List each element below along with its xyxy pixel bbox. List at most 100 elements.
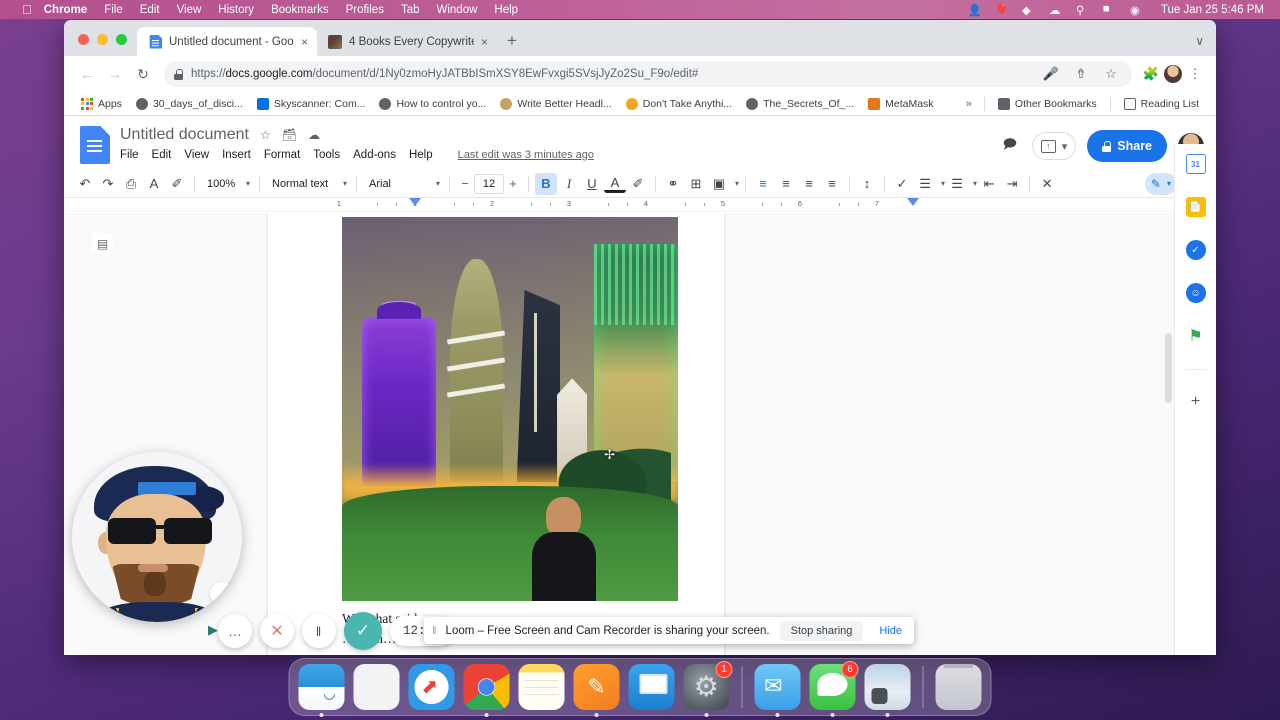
hide-toast-button[interactable]: Hide — [873, 625, 908, 637]
apple-logo-icon[interactable]:  — [22, 3, 32, 16]
docs-menu-format[interactable]: Format — [264, 149, 300, 161]
menu-item-chrome[interactable]: Chrome — [44, 4, 87, 16]
microphone-icon[interactable]: 🎤 — [1040, 63, 1062, 85]
bookmark-30-days[interactable]: 30_days_of_disci... — [129, 97, 250, 110]
stop-sharing-button[interactable]: Stop sharing — [779, 620, 864, 641]
comment-icon[interactable]: 🗩 — [999, 135, 1021, 157]
loom-webcam-bubble[interactable]: … — [72, 452, 242, 622]
paragraph-style-select[interactable]: Normal text ▾ — [266, 173, 350, 195]
menu-bar-clock[interactable]: Tue Jan 25 5:46 PM — [1161, 4, 1264, 16]
numbered-list-button[interactable]: ☰ — [946, 173, 968, 195]
document-scrollbar[interactable] — [1165, 333, 1172, 403]
dock-item-messages[interactable]: 6 — [809, 661, 859, 717]
insert-image-button[interactable]: ▣ — [708, 173, 730, 195]
text-color-button[interactable]: A — [604, 174, 626, 193]
line-spacing-button[interactable]: ↕ — [856, 173, 878, 195]
menu-item-history[interactable]: History — [218, 4, 254, 16]
dock-item-mail[interactable] — [754, 664, 801, 717]
decrease-indent-button[interactable]: ⇤ — [978, 173, 1000, 195]
underline-button[interactable]: U — [581, 173, 603, 195]
menu-item-bookmarks[interactable]: Bookmarks — [271, 4, 329, 16]
docs-menu-view[interactable]: View — [184, 149, 209, 161]
font-size-increase-button[interactable]: + — [504, 174, 522, 194]
share-icon[interactable]: ⇮ — [1070, 63, 1092, 85]
bold-button[interactable]: B — [535, 172, 557, 195]
tab-close-icon[interactable]: × — [301, 36, 308, 48]
google-keep-icon[interactable]: 📄 — [1185, 197, 1206, 217]
bulleted-list-button[interactable]: ☰ — [914, 173, 936, 195]
google-tasks-icon[interactable]: ✓ — [1185, 240, 1206, 260]
align-center-button[interactable]: ≡ — [775, 173, 797, 195]
menu-item-help[interactable]: Help — [494, 4, 518, 16]
chevron-down-icon[interactable]: ▾ — [973, 179, 977, 188]
cloud-saved-icon[interactable]: ☁ — [308, 128, 320, 142]
font-family-select[interactable]: Arial ▾ — [363, 173, 443, 195]
increase-indent-button[interactable]: ⇥ — [1001, 173, 1023, 195]
add-addon-button[interactable]: + — [1191, 393, 1200, 411]
browser-tab-docs[interactable]: Untitled document - Google D × — [137, 27, 317, 56]
bookmark-star-icon[interactable]: ☆ — [1100, 63, 1122, 85]
insert-link-button[interactable]: ⚭ — [662, 173, 684, 195]
control-center-icon[interactable]: ◉ — [1130, 3, 1144, 17]
bookmark-apps[interactable]: Apps — [74, 97, 129, 110]
google-contacts-icon[interactable]: ☺ — [1185, 283, 1206, 303]
zoom-select[interactable]: 100% ▾ — [201, 173, 253, 195]
forward-button[interactable]: → — [102, 61, 128, 87]
recorder-pause-button[interactable]: ‖ — [302, 614, 336, 648]
dock-item-safari[interactable] — [408, 664, 455, 710]
right-indent-marker[interactable] — [907, 198, 919, 206]
chevron-down-icon[interactable]: ▾ — [941, 179, 945, 188]
profile-avatar-icon[interactable] — [1164, 65, 1182, 83]
reading-list-button[interactable]: Reading List — [1117, 97, 1206, 110]
menu-item-view[interactable]: View — [177, 4, 202, 16]
inserted-image[interactable]: ✢ — [342, 217, 678, 601]
battery-icon[interactable]: ■ — [1103, 3, 1117, 16]
add-comment-button[interactable]: ⊞ — [685, 173, 707, 195]
menu-item-file[interactable]: File — [104, 4, 123, 16]
bookmark-dont-take-anything[interactable]: Don't Take Anythi... — [619, 97, 739, 110]
tab-close-icon[interactable]: × — [481, 36, 488, 48]
docs-menu-tools[interactable]: Tools — [313, 149, 340, 161]
dock-item-finder[interactable] — [298, 664, 345, 717]
star-icon[interactable]: ☆ — [260, 128, 271, 142]
document-title[interactable]: Untitled document — [120, 126, 249, 144]
font-size-input[interactable]: 12 — [474, 173, 504, 194]
drag-handle-icon[interactable]: ‖ — [432, 625, 436, 637]
editing-mode-button[interactable]: ✎ ▾ — [1144, 172, 1177, 195]
clear-formatting-button[interactable]: ✕ — [1036, 173, 1058, 195]
docs-menu-insert[interactable]: Insert — [222, 149, 251, 161]
move-to-folder-icon[interactable]: 🗃 — [282, 128, 297, 142]
tasks-icon[interactable]: 🎈 — [995, 3, 1009, 17]
bookmark-write-better-headlines[interactable]: Write Better Headl... — [493, 97, 618, 110]
dock-item-chrome[interactable] — [463, 664, 510, 717]
google-calendar-icon[interactable]: 31 — [1185, 154, 1206, 174]
last-edit-label[interactable]: Last edit was 3 minutes ago — [458, 149, 594, 161]
user-icon[interactable]: 👤 — [968, 3, 982, 17]
docs-menu-edit[interactable]: Edit — [152, 149, 172, 161]
recorder-cancel-button[interactable]: ✕ — [260, 614, 294, 648]
dock-item-system-preferences[interactable]: 1 — [683, 661, 733, 717]
checklist-button[interactable]: ✓ — [891, 173, 913, 195]
browser-tab-video[interactable]: 4 Books Every Copywriter Sho × — [317, 27, 497, 56]
dock-item-trash[interactable] — [935, 664, 982, 710]
three-dot-menu-icon[interactable]: ⋮ — [1184, 63, 1206, 85]
reload-button[interactable]: ↻ — [130, 61, 156, 87]
new-tab-button[interactable]: + — [497, 32, 527, 56]
search-icon[interactable]: ⚲ — [1076, 3, 1090, 17]
google-docs-logo-icon[interactable] — [80, 126, 110, 164]
present-button[interactable]: ↑ ▾ — [1031, 132, 1077, 160]
undo-button[interactable]: ↶ — [74, 173, 96, 195]
dock-item-keynote[interactable] — [628, 664, 675, 710]
spellcheck-button[interactable]: A — [143, 173, 165, 195]
document-page[interactable]: ✢ With that said… …ot un… — [268, 213, 724, 655]
share-button[interactable]: Share — [1087, 130, 1167, 162]
address-bar[interactable]: https://docs.google.com/document/d/1Ny0z… — [164, 61, 1132, 87]
recorder-finish-button[interactable]: ✓ — [344, 612, 382, 650]
document-outline-icon[interactable]: ▤ — [92, 233, 113, 254]
italic-button[interactable]: I — [558, 173, 580, 195]
document-ruler[interactable]: 1 1 2 3 4 5 6 7 — [64, 198, 1216, 212]
chevron-down-icon[interactable]: ▾ — [735, 179, 739, 188]
docs-menu-help[interactable]: Help — [409, 149, 433, 161]
menu-item-edit[interactable]: Edit — [140, 4, 160, 16]
dropbox-icon[interactable]: ◆ — [1022, 3, 1036, 17]
